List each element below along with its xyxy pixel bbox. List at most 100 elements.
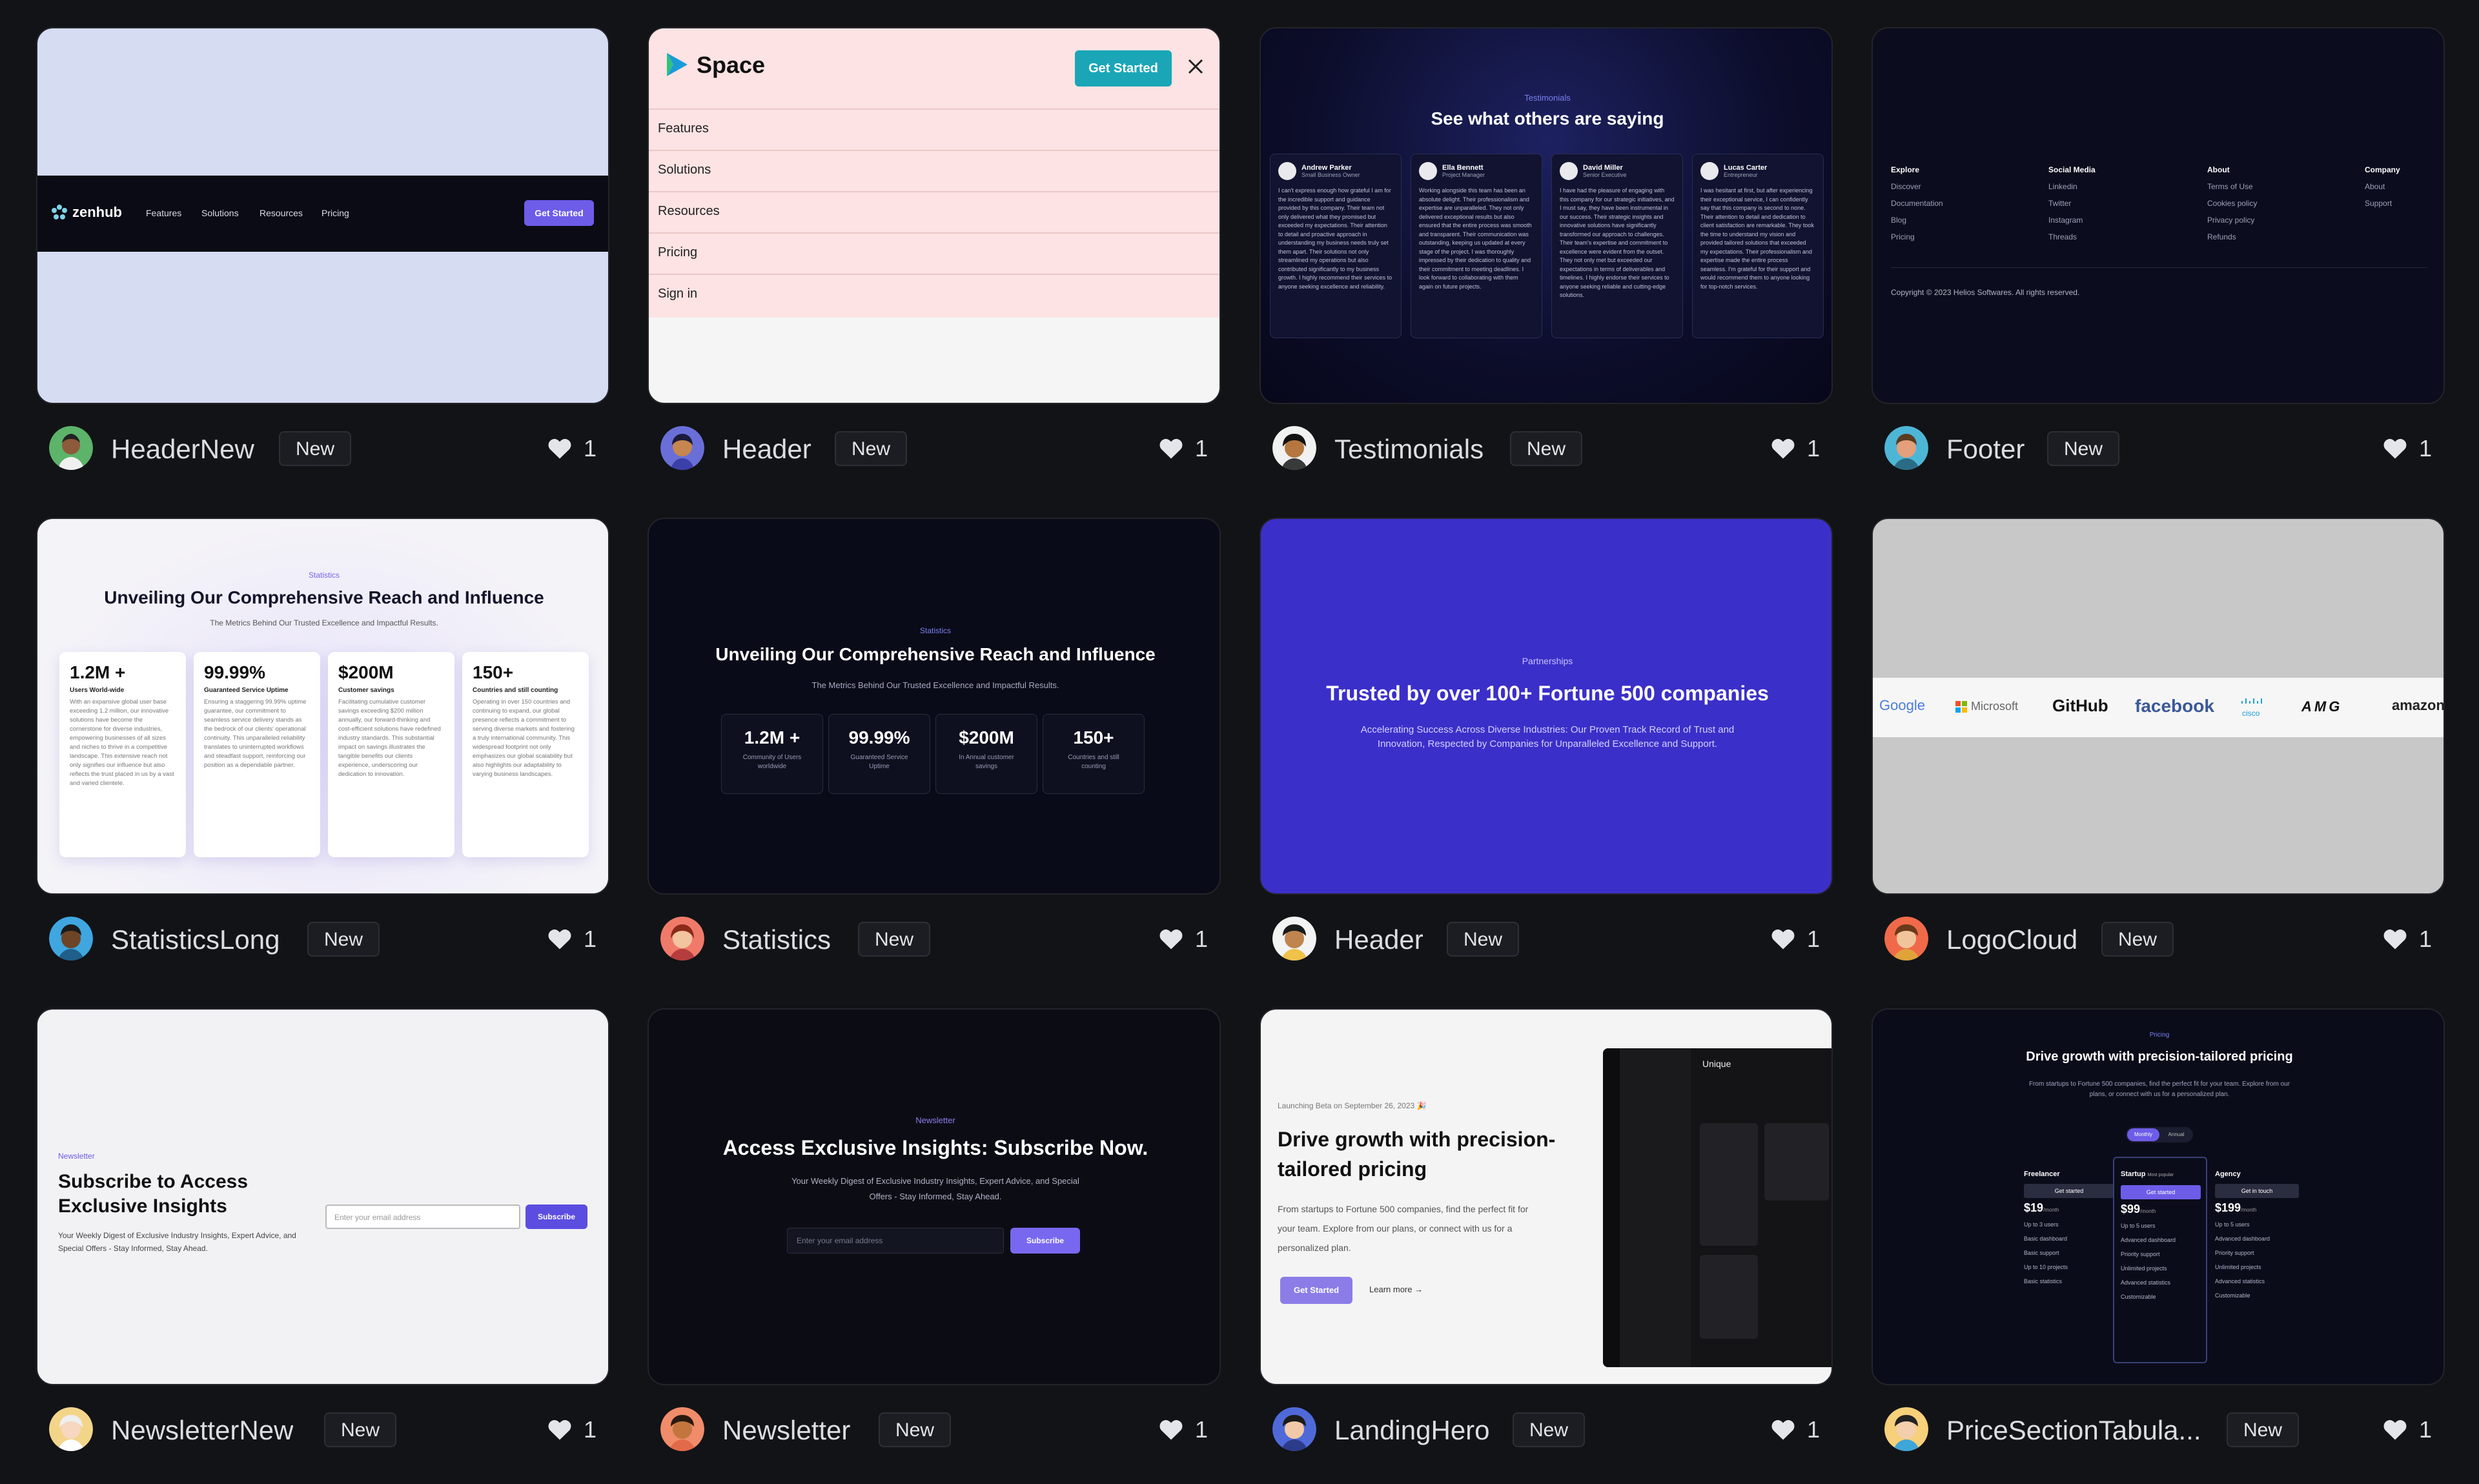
app-screenshot: Unique <box>1603 1048 1831 1367</box>
component-card[interactable]: zenhub Features Solutions Resources Pric… <box>36 27 609 471</box>
like-button[interactable]: 1 <box>547 1416 597 1443</box>
like-count: 1 <box>583 435 597 462</box>
footer-link: Discover <box>1891 182 1921 191</box>
plan-feature: Advanced statistics <box>2215 1278 2265 1285</box>
like-button[interactable]: 1 <box>2383 1416 2432 1443</box>
plan-feature: Up to 5 users <box>2215 1221 2250 1228</box>
avatar[interactable] <box>49 426 93 470</box>
avatar[interactable] <box>1884 1407 1928 1451</box>
preview-thumbnail[interactable]: Partnerships Trusted by over 100+ Fortun… <box>1260 518 1833 895</box>
like-button[interactable]: 1 <box>1771 435 1820 462</box>
menu-item: Resources <box>658 204 720 218</box>
preview-heading: Unveiling Our Comprehensive Reach and In… <box>104 587 544 607</box>
preview-thumbnail[interactable]: Space Get Started Features Solutions Res… <box>648 27 1221 404</box>
like-button[interactable]: 1 <box>547 435 597 462</box>
component-card[interactable]: Launching Beta on September 26, 2023 🎉 D… <box>1260 1008 1833 1452</box>
new-badge: New <box>1447 922 1520 957</box>
like-button[interactable]: 1 <box>1159 435 1208 462</box>
new-badge: New <box>324 1412 397 1447</box>
card-title[interactable]: Statistics <box>722 924 831 955</box>
preview-thumbnail[interactable]: Testimonials See what others are saying … <box>1260 27 1833 404</box>
card-title[interactable]: Newsletter <box>722 1415 850 1446</box>
card-title[interactable]: Header <box>1334 924 1423 955</box>
column-heading: Explore <box>1891 165 1920 174</box>
like-button[interactable]: 1 <box>1771 1416 1820 1443</box>
subscribe-button: Subscribe <box>525 1204 587 1229</box>
preview-heading: Drive growth with precision-tailored pri… <box>1278 1128 1556 1181</box>
card-title[interactable]: NewsletterNew <box>111 1415 293 1446</box>
card-title[interactable]: LandingHero <box>1334 1415 1490 1446</box>
avatar[interactable] <box>1272 426 1316 470</box>
avatar[interactable] <box>49 1407 93 1451</box>
preview-subheading: The Metrics Behind Our Trusted Excellenc… <box>210 618 438 627</box>
component-card[interactable]: Partnerships Trusted by over 100+ Fortun… <box>1260 518 1833 962</box>
amg-logo: AMG <box>2301 698 2343 715</box>
plan-feature: Up to 5 users <box>2121 1223 2156 1229</box>
preview-subheading: Your Weekly Digest of Exclusive Industry… <box>58 1231 296 1253</box>
like-count: 1 <box>583 926 597 952</box>
component-card[interactable]: Space Get Started Features Solutions Res… <box>648 27 1221 471</box>
like-button[interactable]: 1 <box>1159 1416 1208 1443</box>
avatar[interactable] <box>1272 1407 1316 1451</box>
like-button[interactable]: 1 <box>547 926 597 953</box>
card-meta: Footer New 1 <box>1872 425 2445 471</box>
column-heading: Social Media <box>2048 165 2096 174</box>
component-card[interactable]: Newsletter Subscribe to Access Exclusive… <box>36 1008 609 1452</box>
component-card[interactable]: Google Microsoft GitHub facebook cisco A… <box>1872 518 2445 962</box>
card-title[interactable]: StatisticsLong <box>111 924 280 955</box>
stat-card: $200M In Annual customer savings <box>935 714 1037 794</box>
preview-thumbnail[interactable]: zenhub Features Solutions Resources Pric… <box>36 27 609 404</box>
card-title[interactable]: PriceSectionTabula... <box>1946 1415 2201 1446</box>
avatar[interactable] <box>1272 917 1316 961</box>
avatar[interactable] <box>660 1407 704 1451</box>
preview-cta-button: Get Started <box>1280 1277 1352 1304</box>
stat-label: Customer savings <box>338 687 394 694</box>
preview-menu-panel: Space Get Started Features Solutions Res… <box>649 28 1219 318</box>
new-badge: New <box>279 431 352 466</box>
plan-column: Agency Get in touch $199/month Up to 5 u… <box>2215 1167 2299 1303</box>
preview-thumbnail[interactable]: Google Microsoft GitHub facebook cisco A… <box>1872 518 2445 895</box>
preview-thumbnail[interactable]: Newsletter Subscribe to Access Exclusive… <box>36 1008 609 1385</box>
preview-thumbnail[interactable]: Explore Discover Documentation Blog Pric… <box>1872 27 2445 404</box>
preview-thumbnail[interactable]: Launching Beta on September 26, 2023 🎉 D… <box>1260 1008 1833 1385</box>
new-badge: New <box>1513 1412 1586 1447</box>
card-title[interactable]: Footer <box>1946 434 2025 465</box>
logo-strip: Google Microsoft GitHub facebook cisco A… <box>1873 678 2443 737</box>
component-card[interactable]: Statistics Unveiling Our Comprehensive R… <box>648 518 1221 962</box>
component-card[interactable]: Statistics Unveiling Our Comprehensive R… <box>36 518 609 962</box>
card-meta: StatisticsLong New 1 <box>36 915 609 962</box>
like-button[interactable]: 1 <box>2383 435 2432 462</box>
preview-thumbnail[interactable]: Pricing Drive growth with precision-tail… <box>1872 1008 2445 1385</box>
component-card[interactable]: Explore Discover Documentation Blog Pric… <box>1872 27 2445 471</box>
plan-price: $99 <box>2121 1203 2141 1215</box>
avatar[interactable] <box>49 917 93 961</box>
component-card[interactable]: Newsletter Access Exclusive Insights: Su… <box>648 1008 1221 1452</box>
preview-heading: Access Exclusive Insights: Subscribe Now… <box>722 1136 1148 1159</box>
preview-logo: zenhub <box>72 204 122 220</box>
avatar[interactable] <box>660 917 704 961</box>
card-title[interactable]: Header <box>722 434 811 465</box>
component-card[interactable]: Pricing Drive growth with precision-tail… <box>1872 1008 2445 1452</box>
preview-thumbnail[interactable]: Statistics Unveiling Our Comprehensive R… <box>36 518 609 895</box>
component-card[interactable]: Testimonials See what others are saying … <box>1260 27 1833 471</box>
avatar[interactable] <box>1884 426 1928 470</box>
footer-link: About <box>2365 182 2385 191</box>
avatar[interactable] <box>660 426 704 470</box>
testimonial-card: David Miller Senior Executive I have had … <box>1551 154 1683 338</box>
footer-column: Company About Support <box>2365 161 2442 212</box>
like-button[interactable]: 1 <box>1159 926 1208 953</box>
card-title[interactable]: HeaderNew <box>111 434 254 465</box>
card-title[interactable]: LogoCloud <box>1946 924 2077 955</box>
preview-thumbnail[interactable]: Statistics Unveiling Our Comprehensive R… <box>648 518 1221 895</box>
stat-text: Facilitating cumulative customer savings… <box>338 698 441 778</box>
menu-item: Features <box>658 121 709 136</box>
preview-thumbnail[interactable]: Newsletter Access Exclusive Insights: Su… <box>648 1008 1221 1385</box>
footer-link: Pricing <box>1891 232 1915 241</box>
like-button[interactable]: 1 <box>2383 926 2432 953</box>
avatar[interactable] <box>1884 917 1928 961</box>
like-count: 1 <box>1806 435 1820 462</box>
like-button[interactable]: 1 <box>1771 926 1820 953</box>
stat-text: Ensuring a staggering 99.99% uptime guar… <box>204 698 307 769</box>
plan-badge: Most popular <box>2147 1173 2174 1177</box>
card-title[interactable]: Testimonials <box>1334 434 1484 465</box>
